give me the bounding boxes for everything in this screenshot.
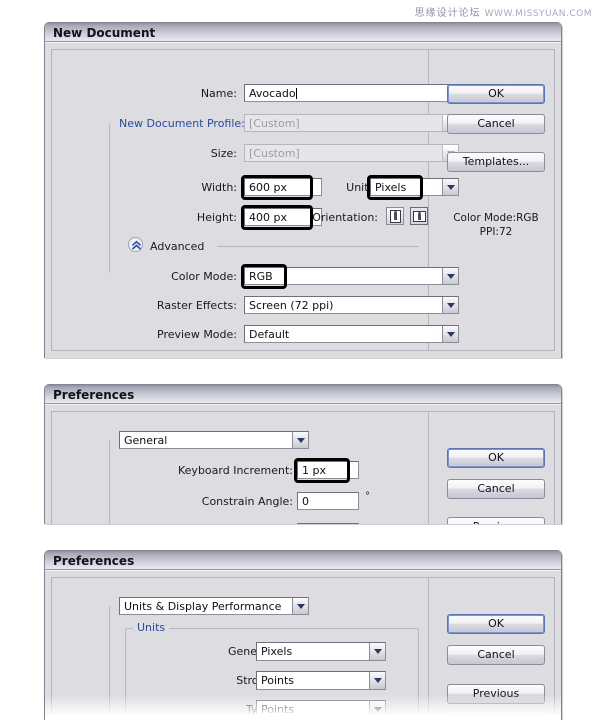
preferences-units-title: Preferences [53,554,135,568]
orientation-landscape-icon [413,211,426,222]
orientation-landscape-button[interactable] [410,207,428,225]
units-type-select[interactable]: Points [256,700,386,719]
keyboard-increment-label: Keyboard Increment: [178,464,293,477]
constrain-angle-value: 0 [302,495,309,508]
preferences-general-group-bracket [109,440,121,524]
constrain-angle-label: Constrain Angle: [201,495,293,508]
orientation-label: Orientation: [312,211,378,224]
preferences-units-titlebar[interactable]: Preferences [45,551,561,570]
width-value: 600 px [249,181,287,194]
preferences-units-group-bracket [109,606,121,720]
keyboard-increment-value: 1 px [302,464,326,477]
new-document-ok-button[interactable]: OK [447,84,545,104]
watermark-cn-text: 思缘设计论坛 [414,8,481,19]
chevron-down-icon[interactable] [292,432,308,448]
height-value: 400 px [249,211,287,224]
preferences-category-select[interactable]: General [119,431,309,449]
screenshot-root: 思缘设计论坛 WWW.MISSYUAN.COM New Document Name… [0,0,600,720]
chevron-down-icon[interactable] [369,672,385,689]
watermark: 思缘设计论坛 WWW.MISSYUAN.COM [415,4,592,19]
units-general-select[interactable]: Pixels [256,642,386,661]
orientation-portrait-icon [390,210,401,223]
preferences-general-cancel-button[interactable]: Cancel [447,479,545,499]
orientation-portrait-button[interactable] [386,207,404,225]
new-document-cancel-button[interactable]: Cancel [447,114,545,134]
size-select[interactable]: [Custom] [244,144,459,162]
advanced-disclosure-button[interactable] [128,237,143,252]
name-input-value: Avocado [249,87,296,100]
width-label: Width: [201,181,237,194]
advanced-label: Advanced [150,240,205,253]
new-document-title: New Document [53,26,156,40]
advanced-rule [217,246,419,247]
raster-effects-select[interactable]: Screen (72 ppi) [244,296,459,314]
constrain-angle-unit: ° [365,491,370,502]
new-document-templates-button[interactable]: Templates... [447,152,545,172]
raster-effects-value: Screen (72 ppi) [249,299,334,312]
preferences-general-divider [428,412,429,524]
new-document-profile-label: New Document Profile: [117,117,245,130]
name-input[interactable]: Avocado [244,84,459,102]
new-document-profile-select[interactable]: [Custom] [244,114,459,132]
constrain-angle-input[interactable]: 0 [297,492,359,510]
preview-mode-value: Default [249,328,290,341]
profile-group-bracket [109,123,121,273]
corner-radius-input[interactable]: 30 px [297,523,359,524]
units-select[interactable]: Pixels [370,178,459,196]
width-input[interactable]: 600 px [244,178,322,196]
color-mode-select[interactable]: RGB [244,267,459,285]
units-general-value: Pixels [261,645,293,658]
new-document-titlebar[interactable]: New Document [45,23,561,42]
new-document-dialog: New Document Name: Avocado New Document … [44,22,562,358]
chevron-down-icon[interactable] [442,268,458,284]
chevron-down-icon[interactable] [292,598,308,614]
chevron-down-icon[interactable] [369,643,385,660]
chevron-down-icon[interactable] [442,297,458,313]
preferences-general-titlebar[interactable]: Preferences [45,385,561,404]
preferences-general-dialog: Preferences General Keyboard Increment: … [44,384,562,524]
new-document-body: Name: Avocado New Document Profile: [Cus… [45,42,561,358]
preferences-general-title: Preferences [53,388,135,402]
size-value: [Custom] [249,147,300,160]
preferences-general-previous-button[interactable]: Previous [447,517,545,524]
ppi-info: PPI:72 [479,226,513,238]
preferences-units-body: Units & Display Performance Units Genera… [45,570,561,720]
units-stroke-value: Points [261,674,295,687]
preferences-units-cancel-button[interactable]: Cancel [447,645,545,665]
preferences-units-next-button[interactable]: Next [447,715,545,720]
double-chevron-up-icon [131,240,142,250]
preferences-general-body: General Keyboard Increment: 1 px Constra… [45,404,561,524]
preferences-category-value: Units & Display Performance [124,600,282,613]
chevron-down-icon[interactable] [442,179,458,195]
name-label: Name: [200,87,237,100]
preferences-units-previous-button[interactable]: Previous [447,684,545,704]
keyboard-increment-input[interactable]: 1 px [297,461,359,479]
new-document-profile-value: [Custom] [249,117,300,130]
units-stroke-select[interactable]: Points [256,671,386,690]
preferences-units-divider [428,578,429,720]
preferences-general-ok-button[interactable]: OK [447,448,545,468]
units-value: Pixels [375,181,407,194]
size-label: Size: [210,147,237,160]
height-label: Height: [196,211,237,224]
preview-mode-select[interactable]: Default [244,325,459,343]
text-caret [295,88,297,99]
color-mode-label: Color Mode: [171,270,237,283]
preferences-category-value: General [124,434,168,447]
preferences-units-ok-button[interactable]: OK [447,614,545,634]
preferences-units-dialog: Preferences Units & Display Performance … [44,550,562,720]
units-type-value: Points [261,703,295,716]
units-group-legend: Units [133,621,170,634]
chevron-down-icon[interactable] [369,701,385,718]
preview-mode-label: Preview Mode: [157,328,237,341]
raster-effects-label: Raster Effects: [156,299,237,312]
preferences-category-select[interactable]: Units & Display Performance [119,597,309,615]
watermark-url-text: WWW.MISSYUAN.COM [484,9,592,19]
color-mode-value: RGB [249,270,273,283]
chevron-down-icon[interactable] [442,326,458,342]
